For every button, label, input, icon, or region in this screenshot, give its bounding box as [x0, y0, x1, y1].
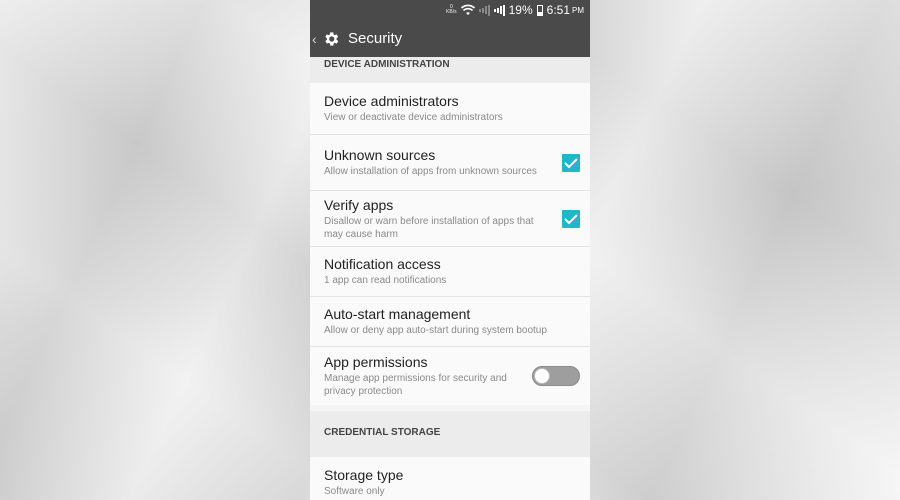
toggle-knob: [534, 368, 550, 384]
clock: 6:51 PM: [547, 3, 584, 17]
section-header-device-administration: DEVICE ADMINISTRATION: [310, 57, 590, 83]
check-icon: [564, 157, 578, 168]
setting-app-permissions[interactable]: App permissions Manage app permissions f…: [310, 347, 590, 405]
setting-subtitle: Manage app permissions for security and …: [324, 373, 507, 397]
data-rate-unit: KB/s: [446, 9, 457, 15]
page-title: Security: [348, 30, 403, 47]
unknown-sources-checkbox[interactable]: [562, 153, 580, 172]
setting-title: Verify apps: [324, 196, 394, 213]
clock-time: 6:51: [546, 3, 570, 17]
phone-screen: 0 KB/s 19% 6:51 PM ‹ Security DEVICE ADM…: [310, 0, 590, 500]
setting-subtitle: Disallow or warn before installation of …: [324, 215, 534, 240]
setting-subtitle: Allow installation of apps from unknown …: [324, 166, 537, 177]
setting-title: Storage type: [324, 467, 404, 483]
setting-texts: Storage type Software only: [324, 467, 580, 498]
wifi-icon: [460, 4, 475, 16]
battery-percent: 19%: [508, 3, 533, 17]
setting-unknown-sources[interactable]: Unknown sources Allow installation of ap…: [310, 135, 590, 191]
setting-device-administrators[interactable]: Device administrators View or deactivate…: [310, 83, 590, 135]
gear-icon[interactable]: [322, 30, 340, 48]
setting-title: Unknown sources: [324, 147, 436, 163]
data-rate-indicator: 0 KB/s: [446, 5, 457, 15]
battery-icon: [536, 4, 543, 16]
action-bar: ‹ Security: [310, 20, 590, 57]
verify-apps-checkbox[interactable]: [562, 209, 580, 228]
setting-texts: Device administrators View or deactivate…: [324, 93, 580, 124]
signal-icon-sim2: [493, 4, 505, 16]
setting-storage-type[interactable]: Storage type Software only: [310, 457, 590, 500]
setting-texts: Verify apps Disallow or warn before inst…: [324, 197, 554, 241]
setting-texts: Unknown sources Allow installation of ap…: [324, 147, 554, 178]
setting-subtitle: View or deactivate device administrators: [324, 112, 503, 123]
setting-subtitle: 1 app can read notifications: [324, 275, 447, 286]
section-header-credential-storage: CREDENTIAL STORAGE: [310, 411, 590, 457]
status-bar: 0 KB/s 19% 6:51 PM: [310, 0, 590, 20]
clock-ampm: PM: [572, 5, 584, 15]
setting-title: Device administrators: [324, 93, 459, 109]
setting-title: Auto-start management: [324, 306, 471, 322]
signal-icon-sim1: [478, 4, 490, 16]
setting-texts: Auto-start management Allow or deny app …: [324, 306, 580, 337]
check-icon: [564, 213, 578, 224]
setting-texts: App permissions Manage app permissions f…: [324, 354, 524, 398]
setting-texts: Notification access 1 app can read notif…: [324, 256, 580, 287]
setting-title: App permissions: [324, 354, 428, 370]
setting-title: Notification access: [324, 256, 441, 272]
chevron-left-icon[interactable]: ‹: [312, 31, 322, 47]
setting-subtitle: Allow or deny app auto-start during syst…: [324, 325, 547, 336]
setting-notification-access[interactable]: Notification access 1 app can read notif…: [310, 247, 590, 297]
app-permissions-toggle[interactable]: [532, 366, 580, 386]
setting-verify-apps[interactable]: Verify apps Disallow or warn before inst…: [310, 191, 590, 247]
setting-auto-start-management[interactable]: Auto-start management Allow or deny app …: [310, 297, 590, 347]
setting-subtitle: Software only: [324, 486, 385, 497]
